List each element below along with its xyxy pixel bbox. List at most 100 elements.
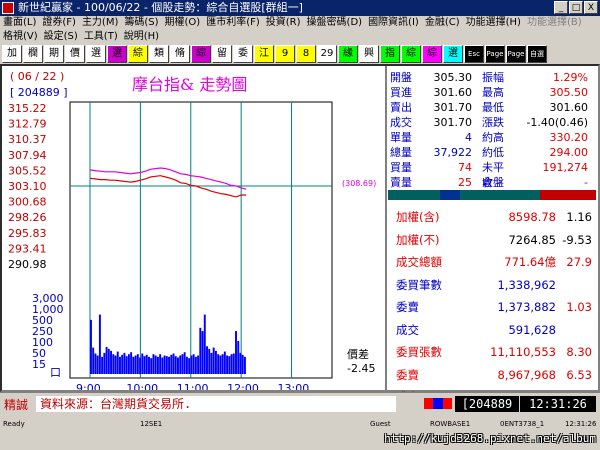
toolbar-button[interactable]: 8: [296, 45, 316, 63]
volume-bar: [116, 351, 119, 374]
quote-value: 37,922: [433, 146, 473, 159]
quote-row: 買進 301.60 最高 305.50: [388, 85, 596, 100]
quote-value: 301.70: [433, 116, 473, 129]
volume-tick: 15: [32, 358, 46, 371]
quote-value: 4: [465, 131, 472, 144]
toolbar-button[interactable]: 選: [443, 45, 463, 63]
volume-bar: [203, 314, 206, 374]
stat-label: 成交: [396, 322, 419, 337]
toolbar-button[interactable]: Esc: [464, 45, 484, 63]
toolbar-button[interactable]: 緣: [338, 45, 358, 63]
volume-bar: [121, 354, 124, 374]
toolbar-button[interactable]: 綜: [422, 45, 442, 63]
volume-bar: [210, 352, 213, 374]
volume-bar: [206, 346, 208, 374]
toolbar-button[interactable]: 選: [86, 45, 106, 63]
menu-item[interactable]: 籌碼(S): [121, 16, 161, 30]
toolbar-button[interactable]: 留: [212, 45, 232, 63]
menu-item[interactable]: 金融(C): [422, 16, 463, 30]
volume-bar: [101, 356, 104, 374]
spread-value: -2.45: [347, 362, 375, 375]
toolbar-button[interactable]: 期: [44, 45, 64, 63]
toolbar-button[interactable]: 加: [2, 45, 22, 63]
quote-row: 單量 4 約高 330.20: [388, 130, 596, 145]
menu-item[interactable]: 工具(T): [81, 30, 121, 44]
toolbar-button[interactable]: 欄: [23, 45, 43, 63]
stat-row: 委買筆數 1,338,962: [388, 274, 596, 297]
toolbar-button[interactable]: 指: [380, 45, 400, 63]
toolbar-button[interactable]: 自選: [527, 45, 547, 63]
stock-code-box[interactable]: [204889 ]: [455, 396, 519, 427]
stat-value: 8,967,968: [497, 367, 556, 382]
stat-row: 委賣 1,373,882 1.03: [388, 296, 596, 319]
volume-bar: [239, 352, 242, 374]
stat-value: 1,338,962: [497, 277, 556, 292]
menu-item[interactable]: 功能選擇(H): [463, 16, 524, 30]
title-bar: 新世紀贏家 - 100/06/22 - 個股走勢：綜合自選股[群組一] _ □ …: [0, 0, 600, 16]
color-red: [424, 398, 434, 409]
quote-value: 301.60: [433, 86, 473, 99]
toolbar-button[interactable]: 9: [275, 45, 295, 63]
toolbar-button[interactable]: 29: [317, 45, 337, 63]
toolbar-button[interactable]: 價: [65, 45, 85, 63]
volume-bar: [163, 355, 166, 374]
status-time: 12:31:26: [565, 420, 597, 428]
toolbar: 加欄期價選選綜類脩綜留委江9829緣興指綜綜選EscPage UpPage Dn…: [0, 44, 600, 64]
volume-bar: [228, 356, 231, 374]
volume-bar: [235, 331, 237, 374]
volume-bar: [98, 314, 101, 374]
volume-bar: [165, 356, 168, 374]
volume-bar: [243, 356, 246, 374]
chart-title: 摩台指& 走勢圖: [132, 75, 247, 94]
menu-item[interactable]: 操盤密碼(D): [304, 16, 366, 30]
window-title: 新世紀贏家 - 100/06/22 - 個股走勢：綜合自選股[群組一]: [18, 1, 303, 14]
menu-item[interactable]: 證券(F): [39, 16, 79, 30]
toolbar-button[interactable]: 興: [359, 45, 379, 63]
menu-item[interactable]: 說明(H): [121, 30, 162, 44]
volume-bar: [223, 351, 226, 374]
toolbar-button[interactable]: 江: [254, 45, 274, 63]
menu-item[interactable]: 匯市利率(F): [203, 16, 263, 30]
quote-value: 25: [458, 176, 472, 189]
toolbar-button[interactable]: 脩: [170, 45, 190, 63]
toolbar-button[interactable]: 委: [233, 45, 253, 63]
intraday-chart[interactable]: ( 06 / 22 ) [ 204889 ] 摩台指& 走勢圖 315.22 312.7…: [2, 66, 387, 390]
menu-item[interactable]: 設定(S): [41, 30, 81, 44]
status-ready: Ready: [3, 420, 25, 428]
volume-bar: [114, 355, 117, 374]
maximize-button[interactable]: □: [569, 1, 583, 14]
price-tick: 290.98: [8, 258, 47, 271]
menu-item[interactable]: 功能選擇(B): [524, 16, 585, 30]
minimize-button[interactable]: _: [554, 1, 568, 14]
bar-seg-blue: [440, 190, 460, 200]
toolbar-button[interactable]: Page Up: [485, 45, 505, 63]
volume-bar: [107, 348, 110, 374]
quote-label: 總量: [390, 146, 412, 159]
volume-bar: [192, 354, 195, 374]
quote-row: 總量 37,922 約低 294.00: [388, 145, 596, 160]
toolbar-button[interactable]: Page Dn: [506, 45, 526, 63]
stat-pct: [556, 319, 596, 342]
app-icon[interactable]: [2, 2, 14, 14]
menu-item[interactable]: 投資(R): [263, 16, 304, 30]
price-tick: 293.41: [8, 242, 47, 255]
toolbar-button[interactable]: 綜: [128, 45, 148, 63]
menu-item[interactable]: 畫面(L): [0, 16, 39, 30]
volume-bar: [237, 341, 240, 374]
toolbar-button[interactable]: 綜: [191, 45, 211, 63]
toolbar-button[interactable]: 綜: [401, 45, 421, 63]
quote-value: 1.29%: [553, 71, 588, 84]
volume-bar: [150, 358, 153, 374]
price-tick: 310.37: [8, 133, 47, 146]
menu-item[interactable]: 格視(V): [0, 30, 41, 44]
toolbar-button[interactable]: 選: [107, 45, 127, 63]
vendor-tag: 精誠: [4, 398, 29, 412]
menu-item[interactable]: 國際資訊(I): [365, 16, 422, 30]
menu-item[interactable]: 期權(O): [162, 16, 204, 30]
menu-item[interactable]: 主力(M): [79, 16, 121, 30]
volume-bar: [232, 353, 235, 374]
toolbar-button[interactable]: 類: [149, 45, 169, 63]
close-button[interactable]: X: [584, 1, 598, 14]
quote-row: 成交 301.70 漲跌 -1.40(0.46): [388, 115, 596, 130]
volume-bar: [219, 355, 222, 374]
